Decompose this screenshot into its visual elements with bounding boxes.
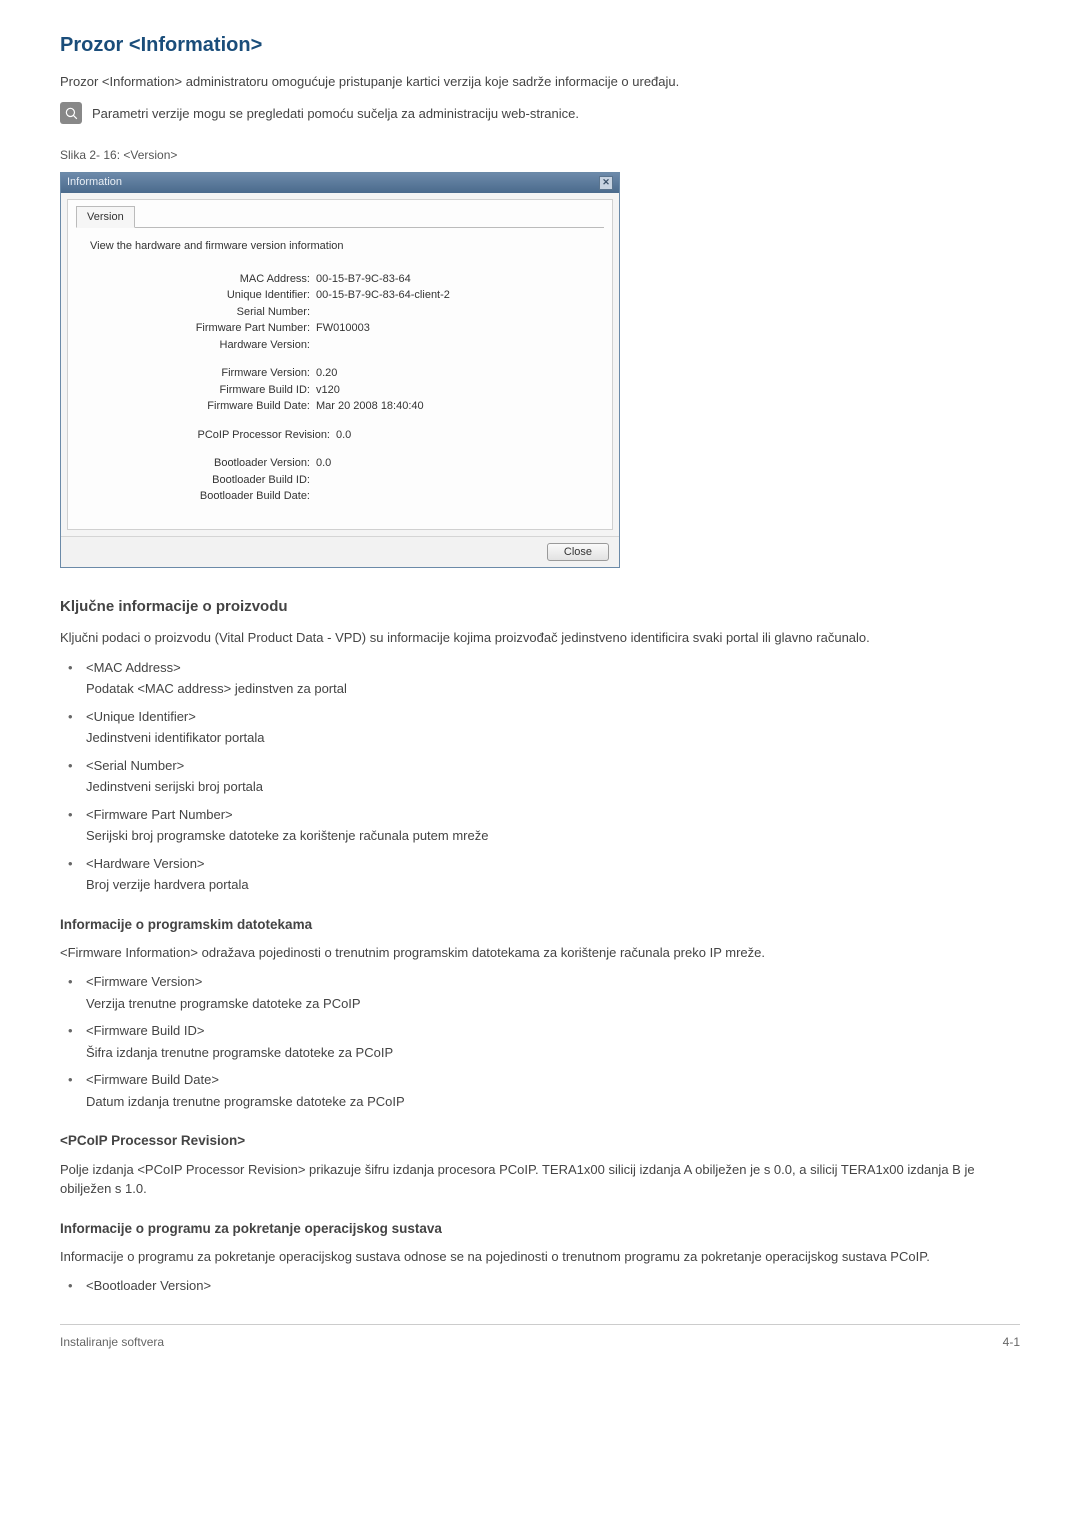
kv-row: Hardware Version: <box>176 337 604 354</box>
figure-caption: Slika 2- 16: <Version> <box>60 146 1020 164</box>
list-item: <Firmware Part Number>Serijski broj prog… <box>60 805 1020 846</box>
kv-row: Bootloader Build Date: <box>176 488 604 505</box>
kv-row: Bootloader Build ID: <box>176 472 604 489</box>
kv-row: PCoIP Processor Revision:0.0 <box>176 427 604 444</box>
li-title: <Serial Number> <box>86 756 1020 776</box>
list-item: <Bootloader Version> <box>60 1276 1020 1296</box>
pcoip-block: PCoIP Processor Revision:0.0 <box>176 427 604 444</box>
kv-label: PCoIP Processor Revision: <box>176 427 336 444</box>
kv-row: Serial Number: <box>176 304 604 321</box>
kv-label: Firmware Build Date: <box>176 398 316 415</box>
vpd-list: <MAC Address>Podatak <MAC address> jedin… <box>60 658 1020 895</box>
dialog-title: Information <box>67 174 122 191</box>
pcoip-paragraph: Polje izdanja <PCoIP Processor Revision>… <box>60 1160 1020 1199</box>
vpd-heading: Ključne informacije o proizvodu <box>60 596 1020 619</box>
vpd-block: MAC Address:00-15-B7-9C-83-64 Unique Ide… <box>176 271 604 354</box>
kv-label: Firmware Version: <box>176 365 316 382</box>
kv-value: 0.0 <box>316 455 331 472</box>
li-desc: Podatak <MAC address> jedinstven za port… <box>86 679 1020 699</box>
kv-value: FW010003 <box>316 320 370 337</box>
kv-label: Firmware Part Number: <box>176 320 316 337</box>
fw-list: <Firmware Version>Verzija trenutne progr… <box>60 972 1020 1111</box>
close-icon[interactable]: ✕ <box>599 176 613 190</box>
list-item: <Serial Number>Jedinstveni serijski broj… <box>60 756 1020 797</box>
kv-row: Firmware Build ID:v120 <box>176 382 604 399</box>
information-dialog: Information ✕ Version View the hardware … <box>60 172 620 568</box>
kv-row: MAC Address:00-15-B7-9C-83-64 <box>176 271 604 288</box>
li-title: <Firmware Version> <box>86 972 1020 992</box>
li-desc: Serijski broj programske datoteke za kor… <box>86 826 1020 846</box>
pcoip-heading: <PCoIP Processor Revision> <box>60 1131 1020 1151</box>
close-button[interactable]: Close <box>547 543 609 561</box>
li-title: <Firmware Part Number> <box>86 805 1020 825</box>
list-item: <Firmware Build ID>Šifra izdanja trenutn… <box>60 1021 1020 1062</box>
list-item: <MAC Address>Podatak <MAC address> jedin… <box>60 658 1020 699</box>
note-row: Parametri verzije mogu se pregledati pom… <box>60 102 1020 124</box>
tab-row: Version <box>76 206 604 229</box>
kv-value: 00-15-B7-9C-83-64-client-2 <box>316 287 450 304</box>
kv-label: Hardware Version: <box>176 337 316 354</box>
note-text: Parametri verzije mogu se pregledati pom… <box>92 104 579 124</box>
kv-label: Bootloader Version: <box>176 455 316 472</box>
li-desc: Datum izdanja trenutne programske datote… <box>86 1092 1020 1112</box>
fw-heading: Informacije o programskim datotekama <box>60 915 1020 935</box>
li-title: <MAC Address> <box>86 658 1020 678</box>
li-title: <Firmware Build Date> <box>86 1070 1020 1090</box>
kv-row: Firmware Part Number:FW010003 <box>176 320 604 337</box>
boot-heading: Informacije o programu za pokretanje ope… <box>60 1219 1020 1239</box>
kv-label: Serial Number: <box>176 304 316 321</box>
page-footer: Instaliranje softvera 4-1 <box>60 1324 1020 1351</box>
kv-value: Mar 20 2008 18:40:40 <box>316 398 424 415</box>
fw-paragraph: <Firmware Information> odražava pojedino… <box>60 943 1020 963</box>
vpd-paragraph: Ključni podaci o proizvodu (Vital Produc… <box>60 628 1020 648</box>
kv-label: Bootloader Build ID: <box>176 472 316 489</box>
li-title: <Firmware Build ID> <box>86 1021 1020 1041</box>
list-item: <Firmware Build Date>Datum izdanja trenu… <box>60 1070 1020 1111</box>
footer-right: 4-1 <box>1003 1333 1020 1351</box>
kv-value: 0.0 <box>336 427 351 444</box>
li-title: <Bootloader Version> <box>86 1276 1020 1296</box>
li-desc: Verzija trenutne programske datoteke za … <box>86 994 1020 1014</box>
kv-value: v120 <box>316 382 340 399</box>
li-desc: Broj verzije hardvera portala <box>86 875 1020 895</box>
list-item: <Hardware Version>Broj verzije hardvera … <box>60 854 1020 895</box>
dialog-footer: Close <box>61 536 619 567</box>
li-desc: Jedinstveni serijski broj portala <box>86 777 1020 797</box>
li-title: <Unique Identifier> <box>86 707 1020 727</box>
li-desc: Šifra izdanja trenutne programske datote… <box>86 1043 1020 1063</box>
kv-row: Unique Identifier:00-15-B7-9C-83-64-clie… <box>176 287 604 304</box>
list-item: <Firmware Version>Verzija trenutne progr… <box>60 972 1020 1013</box>
kv-value: 0.20 <box>316 365 337 382</box>
kv-label: Unique Identifier: <box>176 287 316 304</box>
dialog-body: Version View the hardware and firmware v… <box>67 199 613 530</box>
dialog-desc: View the hardware and firmware version i… <box>90 238 604 255</box>
footer-left: Instaliranje softvera <box>60 1333 164 1351</box>
li-title: <Hardware Version> <box>86 854 1020 874</box>
boot-list: <Bootloader Version> <box>60 1276 1020 1296</box>
kv-row: Firmware Version:0.20 <box>176 365 604 382</box>
note-icon <box>60 102 82 124</box>
dialog-titlebar: Information ✕ <box>61 173 619 193</box>
page-title: Prozor <Information> <box>60 30 1020 60</box>
kv-value: 00-15-B7-9C-83-64 <box>316 271 411 288</box>
boot-block: Bootloader Version:0.0 Bootloader Build … <box>176 455 604 505</box>
kv-label: Bootloader Build Date: <box>176 488 316 505</box>
intro-text: Prozor <Information> administratoru omog… <box>60 72 1020 92</box>
kv-row: Firmware Build Date:Mar 20 2008 18:40:40 <box>176 398 604 415</box>
boot-paragraph: Informacije o programu za pokretanje ope… <box>60 1247 1020 1267</box>
li-desc: Jedinstveni identifikator portala <box>86 728 1020 748</box>
tab-version[interactable]: Version <box>76 206 135 229</box>
fw-block: Firmware Version:0.20 Firmware Build ID:… <box>176 365 604 415</box>
list-item: <Unique Identifier>Jedinstveni identifik… <box>60 707 1020 748</box>
kv-label: Firmware Build ID: <box>176 382 316 399</box>
kv-row: Bootloader Version:0.0 <box>176 455 604 472</box>
kv-label: MAC Address: <box>176 271 316 288</box>
